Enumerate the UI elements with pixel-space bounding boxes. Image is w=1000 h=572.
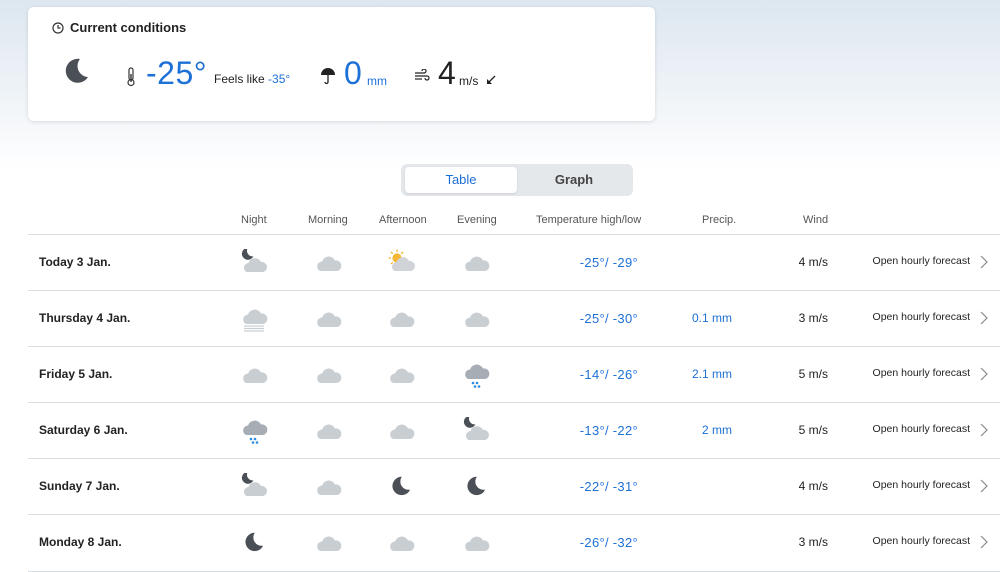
wind-icon: [415, 69, 430, 81]
precipitation: 2 mm: [702, 423, 732, 437]
fog-icon: [243, 309, 268, 332]
snow-cloud-icon: [465, 364, 490, 388]
forecast-row[interactable]: Monday 8 Jan. -26°/ -32° 3 m/s Open hour…: [28, 514, 1000, 572]
feels-like-value: -35°: [268, 72, 291, 86]
column-header-precip: Precip.: [702, 214, 737, 226]
column-header-evening: Evening: [457, 214, 497, 226]
sun-cloud-icon: [388, 249, 415, 271]
cloud-icon: [317, 256, 342, 271]
column-header-wind: Wind: [803, 214, 829, 226]
current-wind-value: 4: [438, 55, 456, 91]
column-header-afternoon: Afternoon: [379, 214, 427, 226]
forecast-row[interactable]: Thursday 4 Jan. -25°/ -30° 0.1 mm 3 m/s …: [28, 290, 1000, 347]
temperature-high-low: -25°/ -29°: [579, 255, 638, 270]
chevron-right-icon[interactable]: [979, 255, 989, 269]
temperature-high-low: -13°/ -22°: [579, 423, 638, 438]
chevron-right-icon[interactable]: [979, 311, 989, 325]
wind: 4 m/s: [798, 479, 828, 493]
cloud-icon: [390, 536, 415, 551]
snow-cloud-icon: [243, 420, 268, 444]
wind: 4 m/s: [798, 255, 828, 269]
column-header-morning: Morning: [308, 214, 348, 226]
cloud-icon: [465, 312, 490, 327]
wind: 3 m/s: [798, 535, 828, 549]
cloud-icon: [465, 536, 490, 551]
cloud-icon: [317, 424, 342, 439]
forecast-row[interactable]: Today 3 Jan. -25°/ -29° 4 m/s Open hourl…: [28, 234, 1000, 291]
chevron-right-icon[interactable]: [979, 535, 989, 549]
moon-cloud-icon: [463, 417, 489, 440]
umbrella-icon: [321, 68, 335, 85]
open-hourly-forecast-link[interactable]: Open hourly forecast: [858, 479, 970, 491]
current-temperature: -25°: [146, 55, 208, 91]
cloud-icon: [243, 368, 268, 383]
open-hourly-forecast-link[interactable]: Open hourly forecast: [858, 423, 970, 435]
cloud-icon: [390, 312, 415, 327]
day-label: Saturday 6 Jan.: [39, 423, 128, 437]
cloud-icon: [317, 536, 342, 551]
open-hourly-forecast-link[interactable]: Open hourly forecast: [858, 367, 970, 379]
moon-cloud-icon: [241, 473, 267, 496]
day-label: Sunday 7 Jan.: [39, 479, 120, 493]
precipitation: 2.1 mm: [691, 367, 732, 381]
cloud-icon: [390, 424, 415, 439]
cloud-icon: [317, 480, 342, 495]
column-header-temperature: Temperature high/low: [536, 214, 642, 226]
day-label: Monday 8 Jan.: [39, 535, 122, 549]
cloud-icon: [390, 368, 415, 383]
current-conditions-title: Current conditions: [52, 20, 186, 35]
forecast-row[interactable]: Sunday 7 Jan. -22°/ -31° 4 m/s Open hour…: [28, 458, 1000, 515]
day-label: Thursday 4 Jan.: [39, 311, 131, 325]
moon-icon: [467, 476, 486, 496]
column-header-night: Night: [241, 214, 267, 226]
moon-icon: [392, 476, 411, 496]
feels-like-label: Feels like: [214, 72, 265, 86]
view-toggle: Table Graph: [401, 164, 633, 196]
temperature-high-low: -14°/ -26°: [579, 367, 638, 382]
feels-like: Feels like -35°: [214, 72, 290, 86]
current-conditions-label: Current conditions: [70, 20, 187, 35]
table-tab[interactable]: Table: [405, 167, 517, 193]
chevron-right-icon[interactable]: [979, 479, 989, 493]
wind: 5 m/s: [798, 423, 828, 437]
current-conditions-card: Current conditions -25° Feels like -35° …: [28, 7, 655, 121]
cloud-icon: [465, 256, 490, 271]
current-precip-value: 0: [344, 55, 362, 91]
thermometer-icon: [127, 67, 135, 87]
chevron-right-icon[interactable]: [979, 423, 989, 437]
chevron-right-icon[interactable]: [979, 367, 989, 381]
open-hourly-forecast-link[interactable]: Open hourly forecast: [858, 311, 970, 323]
graph-tab[interactable]: Graph: [519, 167, 629, 193]
cloud-icon: [317, 312, 342, 327]
forecast-row[interactable]: Saturday 6 Jan. -13°/ -22° 2 mm 5 m/s Op…: [28, 402, 1000, 459]
temperature-high-low: -22°/ -31°: [579, 479, 638, 494]
clock-icon: [52, 21, 64, 34]
day-label: Today 3 Jan.: [39, 255, 111, 269]
day-label: Friday 5 Jan.: [39, 367, 113, 381]
open-hourly-forecast-link[interactable]: Open hourly forecast: [858, 535, 970, 547]
temperature-high-low: -25°/ -30°: [579, 311, 638, 326]
wind: 5 m/s: [798, 367, 828, 381]
open-hourly-forecast-link[interactable]: Open hourly forecast: [858, 255, 970, 267]
current-wind-unit: m/s: [459, 74, 479, 88]
forecast-row[interactable]: Friday 5 Jan. -14°/ -26° 2.1 mm 5 m/s Op…: [28, 346, 1000, 403]
temperature-high-low: -26°/ -32°: [579, 535, 638, 550]
current-precip-unit: mm: [367, 74, 387, 88]
wind: 3 m/s: [798, 311, 828, 325]
cloud-icon: [317, 368, 342, 383]
moon-cloud-icon: [241, 249, 267, 272]
moon-icon: [65, 58, 88, 83]
wind-direction-arrow-icon: [487, 75, 496, 84]
precipitation: 0.1 mm: [691, 311, 732, 325]
moon-icon: [245, 532, 264, 552]
